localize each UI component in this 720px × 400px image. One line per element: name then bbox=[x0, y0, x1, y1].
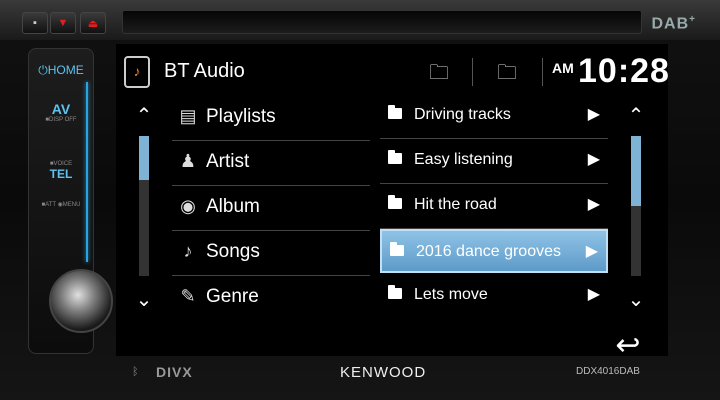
folder-item[interactable]: Easy listening ▶ bbox=[380, 139, 608, 184]
screen-icon: ▪ bbox=[33, 17, 37, 29]
home-button[interactable]: ⏻HOME bbox=[33, 63, 89, 78]
category-item-artist[interactable]: ♟ Artist bbox=[172, 141, 370, 186]
volume-down-button[interactable]: ▼ bbox=[50, 12, 76, 34]
folder-scroll-up-button[interactable]: ⌃ bbox=[624, 106, 648, 126]
bluetooth-icon: ᛒ bbox=[132, 366, 139, 378]
play-arrow-icon: ▶ bbox=[587, 196, 600, 213]
playlist-icon: ▤ bbox=[179, 106, 197, 126]
divx-logo: DIVX bbox=[156, 364, 193, 380]
header-divider bbox=[472, 58, 473, 86]
eject-icon: ⏏ bbox=[87, 17, 99, 30]
att-menu-label: ■ATT ◉MENU bbox=[41, 202, 81, 208]
left-control-panel: ⏻HOME AV ■DISP OFF ■VOICE TEL ■ATT ◉MENU bbox=[28, 48, 113, 354]
folder-icon bbox=[390, 242, 404, 256]
category-scroll-down-button[interactable]: ⌄ bbox=[132, 290, 156, 310]
artist-icon: ♟ bbox=[179, 151, 197, 171]
brand-logo: KENWOOD bbox=[340, 364, 427, 381]
category-item-album[interactable]: ◉ Album bbox=[172, 186, 370, 231]
folder-item[interactable]: Hit the road ▶ bbox=[380, 184, 608, 229]
tel-button[interactable]: ■VOICE TEL bbox=[33, 161, 89, 181]
clock-time: 10:28 bbox=[578, 52, 670, 90]
folder-label: 2016 dance grooves bbox=[416, 243, 561, 260]
eject-button[interactable]: ⏏ bbox=[80, 12, 106, 34]
genre-icon: ✎ bbox=[180, 286, 196, 306]
folder-icon bbox=[388, 285, 402, 299]
clock-ampm: AM bbox=[552, 60, 574, 76]
folder-item[interactable]: Driving tracks ▶ bbox=[380, 94, 608, 139]
play-arrow-icon: ▶ bbox=[587, 106, 600, 123]
folder-label: Hit the road bbox=[414, 196, 497, 213]
play-arrow-icon: ▶ bbox=[587, 151, 600, 168]
folder-top-icon[interactable]: 🗀 bbox=[492, 58, 522, 86]
category-scrollbar[interactable] bbox=[139, 136, 149, 276]
volume-knob[interactable] bbox=[49, 269, 113, 333]
folder-label: Easy listening bbox=[414, 151, 513, 168]
display-screen: ♪ BT Audio 🗀 🗀 AM 10:28 ⌃ ⌄ ▤ Playlists ♟… bbox=[116, 44, 670, 362]
category-label: Songs bbox=[206, 241, 260, 262]
header-divider bbox=[542, 58, 543, 86]
song-icon: ♪ bbox=[183, 241, 193, 261]
source-title: BT Audio bbox=[164, 60, 245, 82]
device-bottom-strip: ᛒ DIVX KENWOOD DDX4016DAB bbox=[0, 358, 720, 400]
category-scroll-thumb[interactable] bbox=[139, 136, 149, 180]
folder-icon bbox=[388, 195, 402, 209]
av-button[interactable]: AV ■DISP OFF bbox=[33, 101, 89, 123]
folder-item-selected[interactable]: 2016 dance grooves ▶ bbox=[380, 229, 608, 273]
category-label: Playlists bbox=[206, 106, 276, 127]
category-label: Artist bbox=[206, 151, 250, 172]
music-note-icon[interactable]: ♪ bbox=[124, 56, 150, 88]
folder-item[interactable]: Lets move ▶ bbox=[380, 274, 608, 318]
disp-off-label: ■DISP OFF bbox=[45, 117, 77, 123]
category-scroll-up-button[interactable]: ⌃ bbox=[132, 106, 156, 126]
disc-slot bbox=[122, 10, 642, 34]
play-arrow-icon: ▶ bbox=[587, 286, 600, 303]
folder-icon bbox=[388, 105, 402, 119]
folder-scroll-down-button[interactable]: ⌄ bbox=[624, 290, 648, 310]
folder-scroll-thumb[interactable] bbox=[631, 136, 641, 206]
folder-scrollbar[interactable] bbox=[631, 136, 641, 276]
category-label: Genre bbox=[206, 286, 259, 307]
model-number: DDX4016DAB bbox=[576, 366, 640, 377]
header-bar: ♪ BT Audio 🗀 🗀 AM 10:28 bbox=[116, 52, 670, 92]
av-label: AV bbox=[51, 101, 71, 117]
category-label: Album bbox=[206, 196, 260, 217]
down-triangle-icon: ▼ bbox=[57, 17, 69, 29]
folder-icon bbox=[388, 150, 402, 164]
folder-up-icon[interactable]: 🗀 bbox=[424, 58, 454, 86]
play-arrow-icon: ▶ bbox=[585, 243, 598, 260]
category-item-songs[interactable]: ♪ Songs bbox=[172, 231, 370, 276]
tel-label: TEL bbox=[49, 167, 73, 181]
album-icon: ◉ bbox=[180, 196, 196, 216]
folder-label: Driving tracks bbox=[414, 106, 511, 123]
dab-badge: DAB+ bbox=[651, 14, 696, 33]
accent-light-strip bbox=[86, 82, 88, 262]
screen-off-button[interactable]: ▪ bbox=[22, 12, 48, 34]
category-item-playlists[interactable]: ▤ Playlists bbox=[172, 96, 370, 141]
category-item-genre[interactable]: ✎ Genre bbox=[172, 276, 370, 320]
folder-label: Lets move bbox=[414, 286, 488, 303]
